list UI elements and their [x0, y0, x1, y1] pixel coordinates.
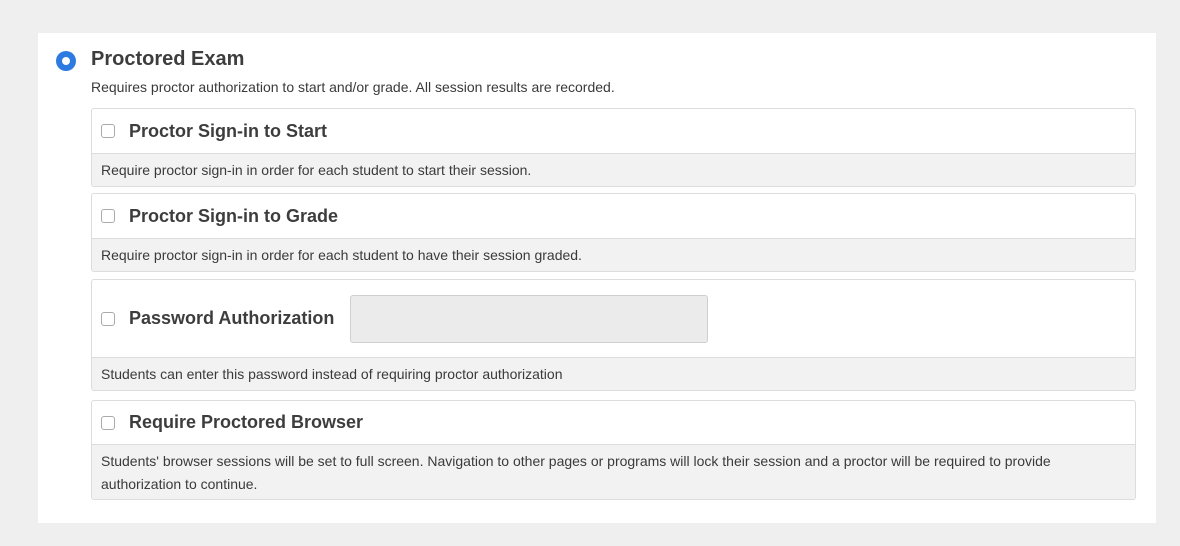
option-panel-sign-in-grade: Proctor Sign-in to Grade Require proctor… [91, 193, 1136, 272]
sign-in-grade-checkbox[interactable] [101, 209, 115, 223]
sign-in-start-description: Require proctor sign-in in order for eac… [92, 153, 1135, 186]
password-authorization-label[interactable]: Password Authorization [129, 308, 334, 329]
proctored-exam-settings: Proctored Exam Requires proctor authoriz… [38, 33, 1156, 523]
proctored-exam-title[interactable]: Proctored Exam [91, 47, 244, 71]
option-panel-sign-in-start: Proctor Sign-in to Start Require proctor… [91, 108, 1136, 187]
option-panel-proctored-browser: Require Proctored Browser Students' brow… [91, 400, 1136, 500]
sign-in-grade-label[interactable]: Proctor Sign-in to Grade [129, 206, 338, 227]
option-panel-password-authorization: Password Authorization Students can ente… [91, 279, 1136, 391]
option-header: Require Proctored Browser [92, 401, 1135, 444]
radio-selected-dot [62, 57, 70, 65]
sign-in-start-label[interactable]: Proctor Sign-in to Start [129, 121, 327, 142]
option-header: Password Authorization [92, 280, 1135, 357]
proctored-exam-radio[interactable] [56, 51, 76, 71]
sign-in-start-checkbox[interactable] [101, 124, 115, 138]
proctored-exam-description: Requires proctor authorization to start … [91, 79, 615, 95]
option-header: Proctor Sign-in to Start [92, 109, 1135, 153]
password-authorization-input[interactable] [350, 294, 709, 343]
proctored-browser-label[interactable]: Require Proctored Browser [129, 412, 363, 433]
proctored-browser-checkbox[interactable] [101, 415, 115, 430]
proctored-browser-description: Students' browser sessions will be set t… [92, 444, 1135, 499]
option-header: Proctor Sign-in to Grade [92, 194, 1135, 238]
sign-in-grade-description: Require proctor sign-in in order for eac… [92, 238, 1135, 271]
password-authorization-checkbox[interactable] [101, 311, 115, 326]
password-authorization-description: Students can enter this password instead… [92, 357, 1135, 390]
